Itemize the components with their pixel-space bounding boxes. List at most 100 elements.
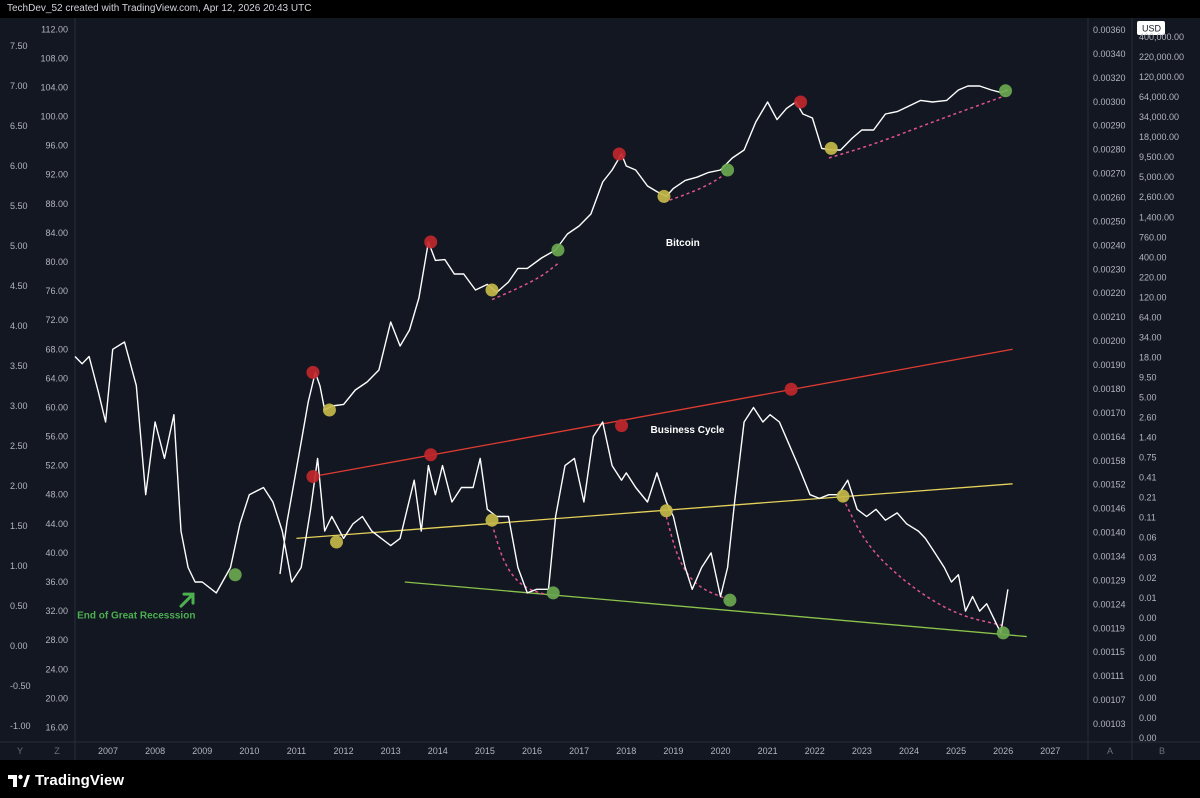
right-outer-tick-label: 0.41 <box>1139 473 1157 483</box>
left-outer-tick-label: 0.00 <box>10 641 28 651</box>
x-tick-label: 2025 <box>946 746 966 756</box>
marker-red <box>424 235 438 249</box>
x-tick-label: 2019 <box>663 746 683 756</box>
marker-green <box>546 586 560 600</box>
right-inner-tick-label: 0.00210 <box>1093 312 1126 322</box>
marker-red <box>306 470 320 484</box>
left-outer-tick-label: 2.50 <box>10 441 28 451</box>
marker-yellow <box>485 283 499 297</box>
left-inner-tick-label: 48.00 <box>45 490 68 500</box>
chart-background <box>0 18 1200 760</box>
right-inner-tick-label: 0.00360 <box>1093 25 1126 35</box>
tradingview-logo-icon <box>8 774 30 787</box>
right-inner-tick-label: 0.00158 <box>1093 456 1126 466</box>
marker-green <box>228 568 242 582</box>
x-tick-label: 2018 <box>616 746 636 756</box>
x-tick-label: 2011 <box>287 746 306 756</box>
right-outer-tick-label: 1,400.00 <box>1139 212 1174 222</box>
right-outer-tick-label: 2.60 <box>1139 413 1157 423</box>
annotation-label: Bitcoin <box>666 238 700 249</box>
chart[interactable]: 7.50 7.00 6.50 6.00 5.50 5.00 4.50 4.00 3.50 3.00… <box>0 18 1200 760</box>
axis-corner-button[interactable]: B <box>1159 746 1165 756</box>
right-inner-tick-label: 0.00290 <box>1093 121 1126 131</box>
marker-yellow <box>657 189 671 203</box>
annotation-label: Business Cycle <box>651 425 725 436</box>
x-tick-label: 2022 <box>805 746 825 756</box>
x-tick-label: 2010 <box>239 746 259 756</box>
left-outer-tick-label: 4.50 <box>10 281 28 291</box>
left-inner-tick-label: 60.00 <box>45 402 68 412</box>
axis-corner-button[interactable]: A <box>1107 746 1113 756</box>
x-tick-label: 2017 <box>569 746 589 756</box>
x-tick-label: 2027 <box>1040 746 1060 756</box>
right-outer-tick-label: 0.00 <box>1139 653 1157 663</box>
right-inner-tick-label: 0.00170 <box>1093 408 1126 418</box>
left-outer-tick-label: 6.50 <box>10 121 28 131</box>
right-inner-tick-label: 0.00200 <box>1093 336 1126 346</box>
right-outer-tick-label: 0.00 <box>1139 713 1157 723</box>
right-inner-tick-label: 0.00190 <box>1093 360 1126 370</box>
left-outer-tick-label: -1.00 <box>10 721 31 731</box>
marker-red <box>784 382 798 396</box>
right-outer-tick-label: 0.21 <box>1139 493 1157 503</box>
left-inner-tick-label: 76.00 <box>45 286 68 296</box>
annotation-label: End of Great Recesssion <box>77 610 195 621</box>
right-outer-tick-label: 0.00 <box>1139 733 1157 743</box>
left-outer-tick-label: 0.50 <box>10 601 28 611</box>
right-inner-tick-label: 0.00180 <box>1093 384 1126 394</box>
left-inner-tick-label: 96.00 <box>45 141 68 151</box>
right-outer-tick-label: 0.00 <box>1139 633 1157 643</box>
marker-red <box>306 365 320 379</box>
right-outer-tick-label: 120.00 <box>1139 292 1167 302</box>
left-inner-tick-label: 44.00 <box>45 519 68 529</box>
left-outer-tick-label: 6.00 <box>10 161 28 171</box>
right-outer-tick-label: 0.75 <box>1139 453 1157 463</box>
x-tick-label: 2020 <box>710 746 730 756</box>
right-inner-tick-label: 0.00240 <box>1093 240 1126 250</box>
left-outer-tick-label: 7.50 <box>10 41 28 51</box>
axis-corner-button[interactable]: Z <box>54 746 60 756</box>
left-inner-tick-label: 32.00 <box>45 606 68 616</box>
left-inner-tick-label: 80.00 <box>45 257 68 267</box>
chart-credit: TechDev_52 created with TradingView.com,… <box>7 3 312 14</box>
marker-yellow <box>322 403 336 417</box>
left-outer-tick-label: 5.50 <box>10 201 28 211</box>
left-outer-tick-label: 3.50 <box>10 361 28 371</box>
tradingview-logo[interactable]: TradingView <box>8 770 124 790</box>
right-inner-tick-label: 0.00119 <box>1093 623 1125 633</box>
marker-red <box>424 448 438 462</box>
right-outer-tick-label: 9.50 <box>1139 372 1157 382</box>
right-outer-tick-label: 34,000.00 <box>1139 112 1179 122</box>
right-inner-tick-label: 0.00230 <box>1093 264 1126 274</box>
left-outer-tick-label: 5.00 <box>10 241 28 251</box>
left-inner-tick-label: 104.00 <box>40 82 68 92</box>
left-inner-tick-label: 92.00 <box>45 170 68 180</box>
left-inner-tick-label: 40.00 <box>45 548 68 558</box>
right-outer-tick-label: 64,000.00 <box>1139 92 1179 102</box>
right-inner-tick-label: 0.00107 <box>1093 695 1126 705</box>
left-inner-tick-label: 56.00 <box>45 432 68 442</box>
left-outer-tick-label: 2.00 <box>10 481 28 491</box>
right-outer-tick-label: 0.00 <box>1139 613 1157 623</box>
marker-yellow <box>824 141 838 155</box>
right-outer-tick-label: 18.00 <box>1139 352 1162 362</box>
left-inner-tick-label: 72.00 <box>45 315 68 325</box>
left-outer-tick-label: 3.00 <box>10 401 28 411</box>
right-inner-tick-label: 0.00300 <box>1093 97 1126 107</box>
x-tick-label: 2008 <box>145 746 165 756</box>
right-outer-tick-label: 0.02 <box>1139 573 1157 583</box>
right-inner-tick-label: 0.00260 <box>1093 193 1126 203</box>
right-outer-tick-label: 0.01 <box>1139 593 1157 603</box>
left-inner-tick-label: 88.00 <box>45 199 68 209</box>
marker-green <box>723 593 737 607</box>
right-outer-tick-label: 34.00 <box>1139 332 1162 342</box>
right-outer-tick-label: 0.00 <box>1139 693 1157 703</box>
right-inner-tick-label: 0.00280 <box>1093 145 1126 155</box>
left-inner-tick-label: 36.00 <box>45 577 68 587</box>
axis-corner-button[interactable]: Y <box>17 746 23 756</box>
x-tick-label: 2024 <box>899 746 919 756</box>
marker-red <box>794 95 808 109</box>
right-outer-tick-label: 0.03 <box>1139 553 1157 563</box>
x-tick-label: 2016 <box>522 746 542 756</box>
right-outer-tick-label: 0.06 <box>1139 533 1157 543</box>
